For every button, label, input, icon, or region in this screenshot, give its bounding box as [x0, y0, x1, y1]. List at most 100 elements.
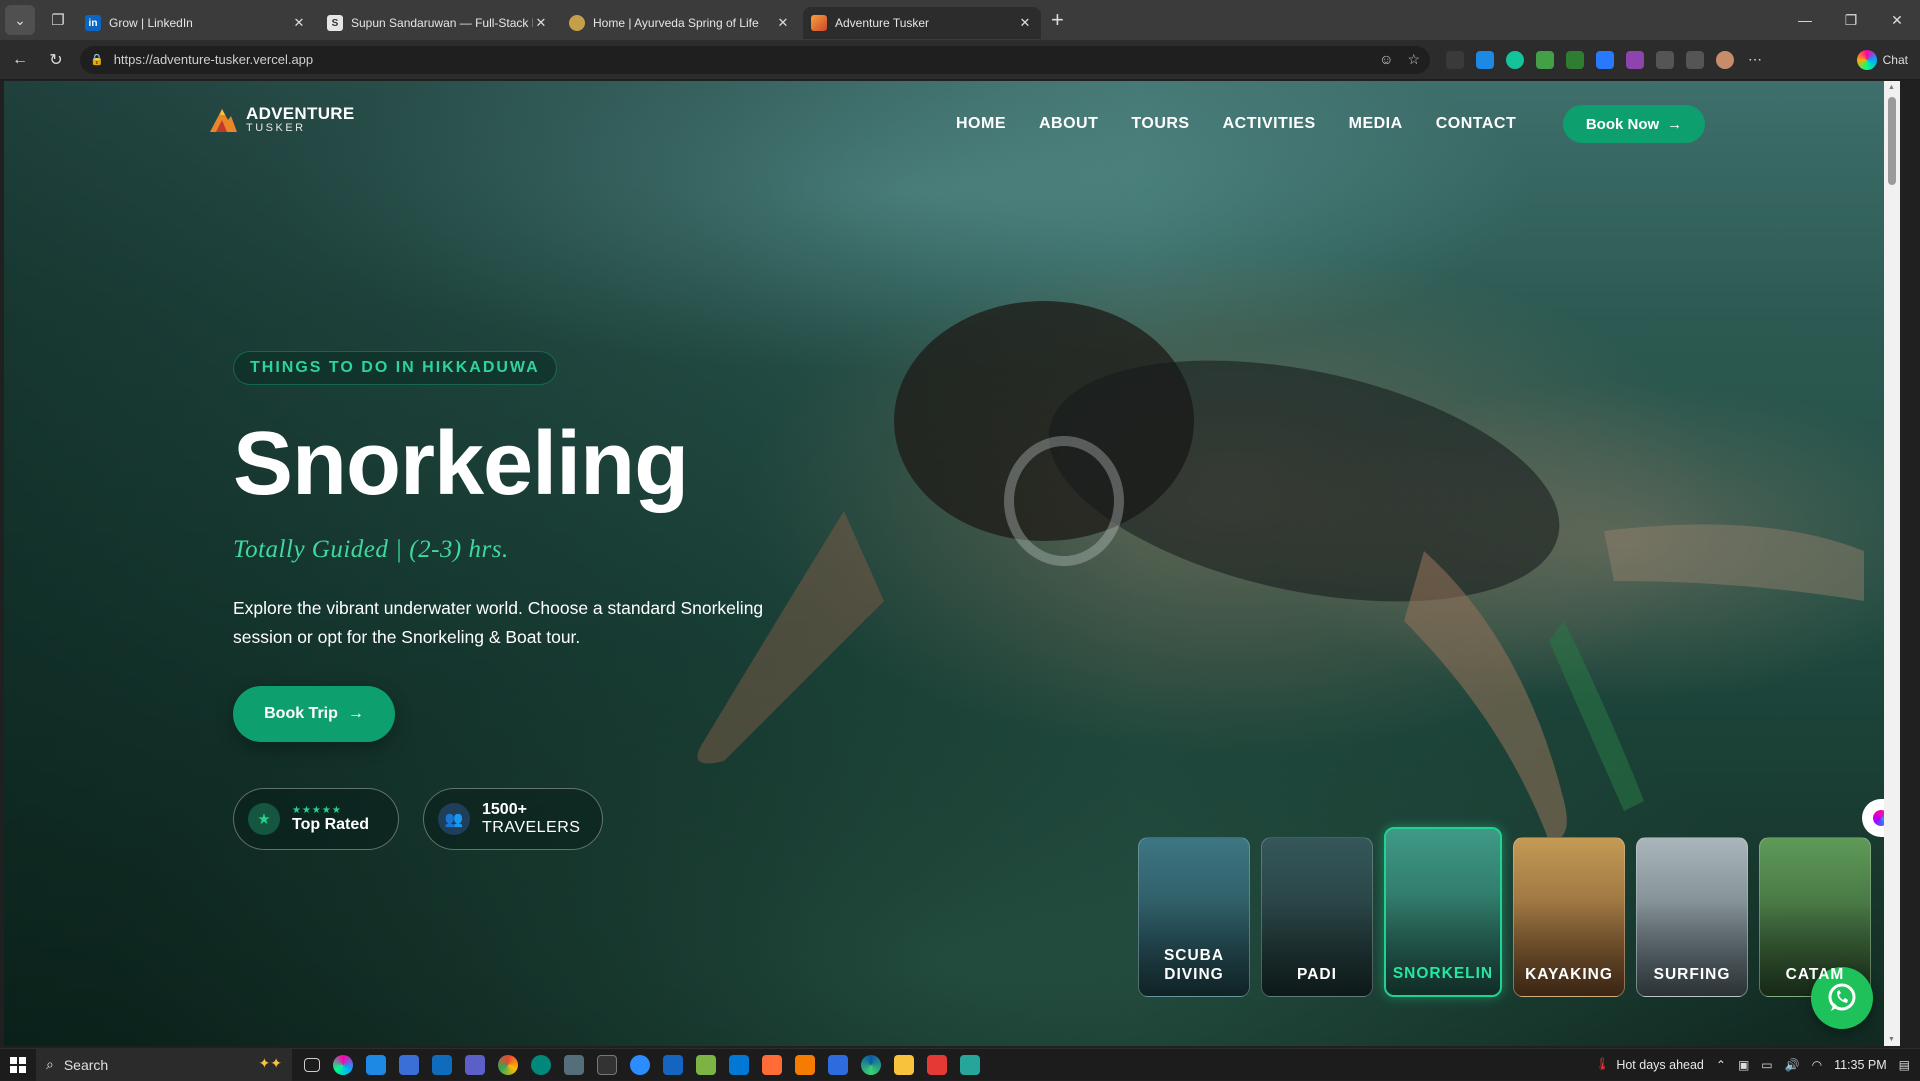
activity-card-kayaking[interactable]: KAYAKING: [1513, 837, 1625, 997]
activity-card-padi[interactable]: PADI: [1261, 837, 1373, 997]
battery-icon[interactable]: ▭: [1761, 1058, 1772, 1072]
close-tab-icon[interactable]: ✕: [775, 15, 791, 31]
extension-5-icon[interactable]: [1596, 50, 1614, 69]
ayurveda-favicon-icon: [569, 15, 585, 31]
top-rated-badge: ★ ★★★★★ Top Rated: [233, 788, 399, 850]
teams-icon[interactable]: [465, 1054, 485, 1075]
copilot-app-icon[interactable]: [333, 1054, 353, 1075]
vlc-icon[interactable]: [795, 1054, 815, 1075]
activity-card-label: PADI: [1297, 966, 1337, 983]
grammarly-icon[interactable]: [1506, 50, 1524, 69]
address-bar[interactable]: 🔒 https://adventure-tusker.vercel.app ☺ …: [80, 45, 1430, 74]
page-scrollbar[interactable]: ▲ ▼: [1884, 81, 1900, 1046]
extension-3-icon[interactable]: [1536, 50, 1554, 69]
lock-icon[interactable]: 🔒: [90, 53, 104, 66]
restore-icon[interactable]: ❐: [1828, 0, 1874, 40]
windows-logo-icon: [10, 1056, 26, 1073]
taskbar-apps: [304, 1054, 980, 1075]
store-icon[interactable]: [399, 1054, 419, 1075]
browser-tab-ayurveda[interactable]: Home | Ayurveda Spring of Life ✕: [561, 7, 799, 39]
split-screen-icon[interactable]: [1446, 50, 1464, 69]
copilot-chat-button[interactable]: Chat: [1856, 49, 1908, 70]
url-text[interactable]: https://adventure-tusker.vercel.app: [114, 52, 313, 67]
profile-avatar[interactable]: [1716, 50, 1734, 69]
reader-mode-icon[interactable]: ☺: [1379, 51, 1393, 68]
edge-icon[interactable]: [861, 1054, 881, 1075]
top-rated-label: Top Rated: [292, 815, 370, 833]
travelers-badge: 👥 1500+ TRAVELERS: [423, 788, 603, 850]
back-arrow-icon[interactable]: ←: [4, 44, 36, 76]
extensions-row: ⋯: [1446, 50, 1764, 69]
browser-tab-adventure-tusker[interactable]: Adventure Tusker ✕: [803, 7, 1041, 39]
close-tab-icon[interactable]: ✕: [1017, 15, 1033, 31]
outlook-icon[interactable]: [432, 1054, 452, 1075]
extension-1-icon[interactable]: [1476, 50, 1494, 69]
extension-6-icon[interactable]: [1626, 50, 1644, 69]
nav-media[interactable]: MEDIA: [1349, 115, 1403, 133]
browser-tab-portfolio[interactable]: S Supun Sandaruwan — Full-Stack D ✕: [319, 7, 557, 39]
activity-card-snorkeling[interactable]: SNORKELIN: [1384, 827, 1502, 997]
activity-card-scuba-diving[interactable]: SCUBA DIVING: [1138, 837, 1250, 997]
book-trip-button[interactable]: Book Trip →: [233, 686, 395, 742]
scrollbar-thumb[interactable]: [1888, 97, 1896, 185]
nav-tours[interactable]: TOURS: [1131, 115, 1189, 133]
notepad-icon[interactable]: [696, 1054, 716, 1075]
app-blue-icon[interactable]: [366, 1054, 386, 1075]
adventure-app-icon[interactable]: [828, 1054, 848, 1075]
app-grid-icon[interactable]: [960, 1054, 980, 1075]
vscode-icon[interactable]: [729, 1054, 749, 1075]
close-tab-icon[interactable]: ✕: [291, 15, 307, 31]
extension-4-icon[interactable]: [1566, 50, 1584, 69]
refresh-icon[interactable]: ↻: [40, 44, 72, 76]
file-explorer-icon[interactable]: [894, 1054, 914, 1075]
site-logo[interactable]: ADVENTURE TUSKER: [208, 105, 355, 135]
start-button[interactable]: [0, 1049, 36, 1081]
workspaces-button[interactable]: ❐: [43, 5, 73, 35]
task-view-icon[interactable]: [304, 1057, 320, 1072]
nav-about[interactable]: ABOUT: [1039, 115, 1098, 133]
camera-icon[interactable]: [564, 1054, 584, 1075]
app-teal-icon[interactable]: [531, 1054, 551, 1075]
browser-tab-linkedin[interactable]: in Grow | LinkedIn ✕: [77, 7, 315, 39]
close-window-icon[interactable]: ✕: [1874, 0, 1920, 40]
postman-icon[interactable]: [762, 1054, 782, 1075]
weather-text: Hot days ahead: [1616, 1057, 1704, 1072]
logo-line2: TUSKER: [246, 122, 306, 134]
tab-title: Home | Ayurveda Spring of Life: [593, 16, 759, 30]
app-calendar-icon[interactable]: [663, 1054, 683, 1075]
tray-app-icon[interactable]: ▣: [1738, 1058, 1749, 1072]
hero-title: Snorkeling: [233, 414, 689, 514]
tray-overflow-chevron-icon[interactable]: ⌃: [1716, 1058, 1726, 1072]
activity-card-surfing[interactable]: SURFING: [1636, 837, 1748, 997]
nav-home[interactable]: HOME: [956, 115, 1006, 133]
favorite-star-icon[interactable]: ☆: [1407, 51, 1420, 68]
minimize-icon[interactable]: —: [1782, 0, 1828, 40]
notification-icon[interactable]: ▤: [1899, 1058, 1910, 1072]
windows-taskbar: ⌕ Search ✦✦ 🌡 Hot days ahead ⌃ ▣ ▭ �: [0, 1048, 1920, 1081]
whatsapp-icon: [1828, 983, 1856, 1011]
zoom-icon[interactable]: [630, 1054, 650, 1075]
weather-widget[interactable]: 🌡 Hot days ahead: [1594, 1057, 1703, 1072]
scroll-up-arrow-icon[interactable]: ▲: [1888, 84, 1895, 91]
close-tab-icon[interactable]: ✕: [533, 15, 549, 31]
browser-tab-strip: ⌄ ❐ in Grow | LinkedIn ✕ S Supun Sandaru…: [0, 0, 1920, 40]
terminal-icon[interactable]: [597, 1054, 617, 1075]
nav-contact[interactable]: CONTACT: [1436, 115, 1517, 133]
volume-icon[interactable]: 🔊: [1785, 1058, 1800, 1072]
new-tab-plus-icon[interactable]: +: [1051, 7, 1064, 33]
taskbar-search[interactable]: ⌕ Search ✦✦: [36, 1048, 292, 1081]
more-menu-icon[interactable]: ⋯: [1746, 51, 1764, 69]
book-now-label: Book Now: [1585, 115, 1660, 133]
chrome-icon[interactable]: [498, 1054, 518, 1075]
activity-carousel: SCUBA DIVING PADI SNORKELIN KAYAKING SURF…: [1138, 827, 1871, 997]
wifi-icon[interactable]: ◠: [1812, 1058, 1822, 1072]
activity-card-label: SNORKELIN: [1392, 965, 1494, 982]
book-now-button[interactable]: Book Now →: [1563, 105, 1705, 143]
anydesk-icon[interactable]: [927, 1054, 947, 1075]
extensions-puzzle-icon[interactable]: [1656, 50, 1674, 69]
clock-time[interactable]: 11:35 PM: [1834, 1058, 1887, 1072]
favorites-icon[interactable]: [1686, 50, 1704, 69]
tab-actions-button[interactable]: ⌄: [5, 5, 35, 35]
scroll-down-arrow-icon[interactable]: ▼: [1888, 1036, 1895, 1043]
nav-activities[interactable]: ACTIVITIES: [1223, 115, 1316, 133]
